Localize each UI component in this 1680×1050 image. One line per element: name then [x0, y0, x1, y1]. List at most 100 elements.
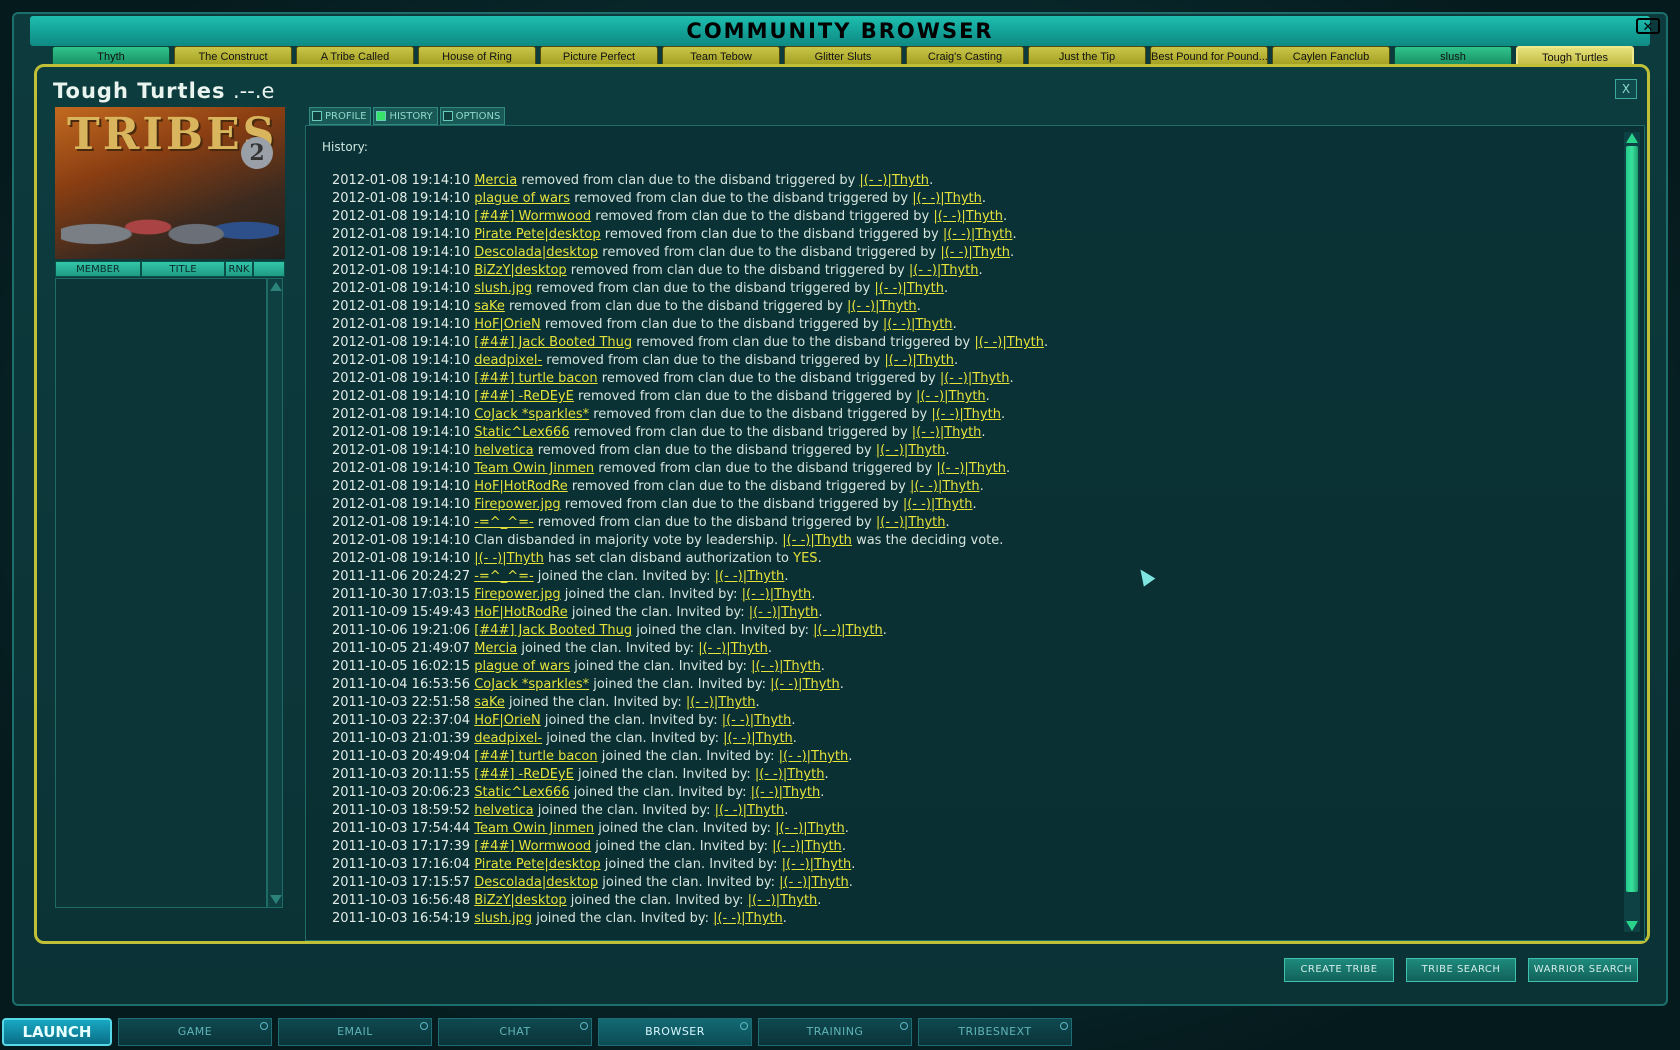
- player-link[interactable]: Mercia: [474, 641, 517, 656]
- player-link[interactable]: Pirate Pete|desktop: [474, 227, 600, 242]
- close-dot-icon[interactable]: [260, 1022, 268, 1030]
- player-link[interactable]: saKe: [474, 299, 505, 314]
- subtab-options[interactable]: OPTIONS: [439, 107, 506, 125]
- player-link[interactable]: |(- -)|Thyth: [751, 659, 821, 674]
- scroll-up-icon[interactable]: [1626, 133, 1638, 143]
- player-link[interactable]: |(- -)|Thyth: [715, 803, 785, 818]
- member-column-header[interactable]: MEMBER: [55, 261, 141, 277]
- player-link[interactable]: |(- -)|Thyth: [859, 173, 929, 188]
- player-link[interactable]: |(- -)|Thyth: [770, 677, 840, 692]
- player-link[interactable]: |(- -)|Thyth: [903, 497, 973, 512]
- player-link[interactable]: |(- -)|Thyth: [912, 191, 982, 206]
- close-dot-icon[interactable]: [420, 1022, 428, 1030]
- history-scrollbar[interactable]: [1624, 132, 1640, 932]
- player-link[interactable]: [#4#] turtle bacon: [474, 749, 597, 764]
- player-link[interactable]: Descolada|desktop: [474, 245, 598, 260]
- player-link[interactable]: deadpixel-: [474, 731, 542, 746]
- player-link[interactable]: HoF|OrieN: [474, 713, 541, 728]
- close-dot-icon[interactable]: [580, 1022, 588, 1030]
- close-dot-icon[interactable]: [900, 1022, 908, 1030]
- player-link[interactable]: |(- -)|Thyth: [748, 893, 818, 908]
- player-link[interactable]: |(- -)|Thyth: [874, 281, 944, 296]
- player-link[interactable]: |(- -)|Thyth: [847, 299, 917, 314]
- player-link[interactable]: |(- -)|Thyth: [698, 641, 768, 656]
- player-link[interactable]: |(- -)|Thyth: [686, 695, 756, 710]
- player-link[interactable]: Static^Lex666: [474, 425, 569, 440]
- player-link[interactable]: BiZzY|desktop: [474, 893, 566, 908]
- player-link[interactable]: |(- -)|Thyth: [474, 551, 544, 566]
- player-link[interactable]: [#4#] Wormwood: [474, 839, 591, 854]
- player-link[interactable]: |(- -)|Thyth: [755, 767, 825, 782]
- player-link[interactable]: |(- -)|Thyth: [772, 839, 842, 854]
- launchbar-tribesnext[interactable]: TRIBESNEXT: [918, 1018, 1072, 1046]
- player-link[interactable]: Descolada|desktop: [474, 875, 598, 890]
- player-link[interactable]: CoJack *sparkles*: [474, 677, 589, 692]
- player-link[interactable]: slush.jpg: [474, 911, 532, 926]
- rank-column-header[interactable]: RNK: [225, 261, 253, 277]
- player-link[interactable]: |(- -)|Thyth: [936, 461, 1006, 476]
- player-link[interactable]: |(- -)|Thyth: [940, 371, 1010, 386]
- player-link[interactable]: saKe: [474, 695, 505, 710]
- player-link[interactable]: Pirate Pete|desktop: [474, 857, 600, 872]
- player-link[interactable]: helvetica: [474, 803, 533, 818]
- player-link[interactable]: |(- -)|Thyth: [751, 785, 821, 800]
- scroll-down-icon[interactable]: [270, 895, 282, 904]
- player-link[interactable]: -=^_^=-: [474, 569, 533, 584]
- player-link[interactable]: |(- -)|Thyth: [916, 389, 986, 404]
- player-link[interactable]: CoJack *sparkles*: [474, 407, 589, 422]
- player-link[interactable]: Firepower.jpg: [474, 587, 560, 602]
- player-link[interactable]: |(- -)|Thyth: [910, 479, 980, 494]
- player-link[interactable]: Static^Lex666: [474, 785, 569, 800]
- player-link[interactable]: -=^_^=-: [474, 515, 533, 530]
- player-link[interactable]: |(- -)|Thyth: [722, 713, 792, 728]
- scroll-thumb[interactable]: [1626, 146, 1638, 892]
- window-close-icon[interactable]: ✕: [1636, 18, 1660, 35]
- player-link[interactable]: |(- -)|Thyth: [713, 911, 783, 926]
- player-link[interactable]: HoF|HotRodRe: [474, 605, 568, 620]
- player-link[interactable]: Mercia: [474, 173, 517, 188]
- player-link[interactable]: |(- -)|Thyth: [715, 569, 785, 584]
- launchbar-email[interactable]: EMAIL: [278, 1018, 432, 1046]
- player-link[interactable]: [#4#] Wormwood: [474, 209, 591, 224]
- launchbar-browser[interactable]: BROWSER: [598, 1018, 752, 1046]
- subtab-history[interactable]: HISTORY: [373, 107, 438, 125]
- scroll-down-icon[interactable]: [1626, 921, 1638, 931]
- player-link[interactable]: |(- -)|Thyth: [884, 353, 954, 368]
- player-link[interactable]: |(- -)|Thyth: [940, 245, 1010, 260]
- player-link[interactable]: |(- -)|Thyth: [931, 407, 1001, 422]
- player-link[interactable]: |(- -)|Thyth: [912, 425, 982, 440]
- member-list-scrollbar[interactable]: [267, 278, 283, 908]
- player-link[interactable]: [#4#] Jack Booted Thug: [474, 623, 632, 638]
- player-link[interactable]: [#4#] -ReDEyE: [474, 389, 574, 404]
- player-link[interactable]: Team Owin Jinmen: [474, 821, 594, 836]
- player-link[interactable]: |(- -)|Thyth: [779, 749, 849, 764]
- launchbar-game[interactable]: GAME: [118, 1018, 272, 1046]
- tribe-search-button[interactable]: TRIBE SEARCH: [1406, 958, 1516, 982]
- player-link[interactable]: |(- -)|Thyth: [883, 317, 953, 332]
- player-link[interactable]: |(- -)|Thyth: [782, 533, 852, 548]
- player-link[interactable]: |(- -)|Thyth: [782, 857, 852, 872]
- launchbar-training[interactable]: TRAINING: [758, 1018, 912, 1046]
- warrior-search-button[interactable]: WARRIOR SEARCH: [1528, 958, 1638, 982]
- player-link[interactable]: helvetica: [474, 443, 533, 458]
- member-list[interactable]: [55, 278, 267, 908]
- create-tribe-button[interactable]: CREATE TRIBE: [1284, 958, 1394, 982]
- player-link[interactable]: |(- -)|Thyth: [742, 587, 812, 602]
- player-link[interactable]: plague of wars: [474, 191, 570, 206]
- player-link[interactable]: |(- -)|Thyth: [813, 623, 883, 638]
- launchbar-chat[interactable]: CHAT: [438, 1018, 592, 1046]
- subtab-profile[interactable]: PROFILE: [309, 107, 372, 125]
- panel-close-button[interactable]: X: [1615, 79, 1637, 99]
- player-link[interactable]: |(- -)|Thyth: [974, 335, 1044, 350]
- player-link[interactable]: HoF|OrieN: [474, 317, 541, 332]
- player-link[interactable]: |(- -)|Thyth: [723, 731, 793, 746]
- player-link[interactable]: plague of wars: [474, 659, 570, 674]
- player-link[interactable]: |(- -)|Thyth: [749, 605, 819, 620]
- title-column-header[interactable]: TITLE: [141, 261, 225, 277]
- player-link[interactable]: |(- -)|Thyth: [933, 209, 1003, 224]
- player-link[interactable]: |(- -)|Thyth: [909, 263, 979, 278]
- player-link[interactable]: |(- -)|Thyth: [876, 443, 946, 458]
- player-link[interactable]: |(- -)|Thyth: [779, 875, 849, 890]
- player-link[interactable]: |(- -)|Thyth: [876, 515, 946, 530]
- player-link[interactable]: HoF|HotRodRe: [474, 479, 568, 494]
